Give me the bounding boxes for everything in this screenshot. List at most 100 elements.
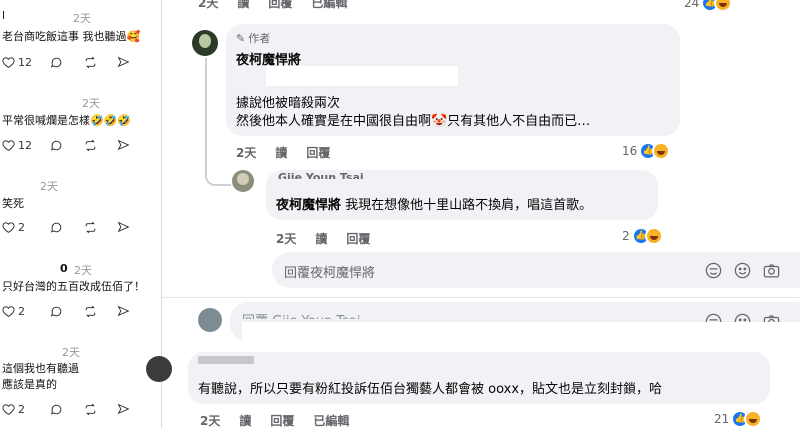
redacted-area [266,66,458,86]
avatar-sticker-icon[interactable] [704,261,723,280]
comment-button[interactable] [50,305,63,318]
heart-icon [2,222,15,233]
mention-link[interactable]: 夜柯魔悍將 [276,198,341,213]
comment-meta: 2天 讀 回覆 [276,230,389,247]
comment-button[interactable] [50,403,63,416]
avatar[interactable] [192,30,218,56]
time-link[interactable]: 2天 [236,144,256,161]
thread-line [205,58,207,178]
reaction-summary[interactable]: 2 👍 [622,227,663,245]
haha-reaction-icon [644,227,663,245]
reaction-summary[interactable]: 16 👍 [622,142,671,160]
comment-button[interactable] [50,221,63,234]
repost-icon [85,56,96,69]
author-badge: ✎ 作者 [236,30,270,46]
post-count: 0 [60,262,68,275]
comment-icon [50,404,62,415]
thread-branch [205,176,231,186]
post-actions: 2 [2,221,152,235]
like-button[interactable]: 12 [2,139,32,152]
repost-icon [85,221,96,234]
comment-button[interactable] [50,139,63,152]
redacted-name [198,356,254,364]
reply-link[interactable]: 回覆 [306,144,330,161]
comment-meta: 2天 讀 回覆 已編輯 [200,412,368,428]
post-actions: 2 [2,403,152,417]
like-count: 2 [18,403,25,416]
time-link[interactable]: 2天 [198,0,218,11]
composer-icons [704,261,781,280]
post-text: 笑死 [2,197,24,210]
reply-link[interactable]: 回覆 [268,0,292,11]
post-fragment: l [2,9,6,22]
post-time: 2天 [62,346,80,359]
avatar[interactable] [198,308,222,332]
comment-icon [50,306,62,317]
read-link[interactable]: 讀 [315,230,327,247]
comments-panel: 2天 讀 回覆 已編輯 24 👍 ✎ 作者 夜柯魔悍將 據說他被暗殺兩次 然後他… [146,0,800,428]
reaction-count: 24 [684,0,700,10]
commenter-name[interactable]: Gjie Youn Tsai [278,171,364,179]
camera-icon[interactable] [762,261,781,280]
like-count: 2 [18,305,25,318]
comment-text: 夜柯魔悍將 我現在想像他十里山路不換肩，唱這首歌。 [276,194,592,213]
read-link[interactable]: 讀 [239,412,251,428]
comment-meta: 2天 讀 回覆 已編輯 [198,0,366,11]
post-text: 只好台灣的五百改成伍佰了！ [2,280,145,293]
avatar[interactable] [146,356,172,382]
reply-input[interactable]: 回覆夜柯魔悍將 [284,262,375,281]
read-link[interactable]: 讀 [275,144,287,161]
share-button[interactable] [117,221,130,234]
comment-text: 然後他本人確實是在中國很自由啊🤡只有其他人不自由而已… [236,114,591,129]
repost-button[interactable] [84,139,97,152]
post-text: 平常很喊爛是怎樣🤣🤣🤣 [2,114,132,127]
comment-bubble: Gjie Youn Tsai 夜柯魔悍將 我現在想像他十里山路不換肩，唱這首歌。 [266,170,658,220]
comment-text: 據說他被暗殺兩次 [236,96,341,111]
comment-icon [50,57,62,68]
like-button[interactable]: 2 [2,221,25,234]
reply-input[interactable]: 回覆 Gjie Youn Tsai [242,310,360,319]
edited-label: 已編輯 [311,0,348,10]
edited-label: 已編輯 [313,414,350,428]
like-button[interactable]: 2 [2,305,25,318]
share-button[interactable] [117,305,130,318]
share-button[interactable] [117,403,130,416]
like-count: 2 [18,221,25,234]
post-text: 老台商吃飯這事 我也聽過🥰 [2,30,141,43]
reaction-summary[interactable]: 21 👍 [714,410,763,428]
divider [162,297,800,298]
read-link[interactable]: 讀 [237,0,249,11]
repost-button[interactable] [84,403,97,416]
comment-button[interactable] [50,56,63,69]
share-button[interactable] [117,139,130,152]
like-count: 12 [18,56,32,69]
heart-icon [2,140,15,151]
reaction-count: 16 [622,144,638,158]
reply-link[interactable]: 回覆 [346,230,370,247]
threads-panel: l 2天 老台商吃飯這事 我也聽過🥰 12 2天 平常很喊爛是怎樣🤣🤣🤣 12 [0,0,162,428]
send-icon [117,305,130,317]
send-icon [117,139,130,151]
post-text: 應該是真的 [2,378,57,391]
reaction-summary[interactable]: 24 👍 [684,0,733,12]
post-time: 2天 [73,12,91,25]
post-time: 2天 [82,97,100,110]
repost-button[interactable] [84,221,97,234]
post-actions: 2 [2,305,152,319]
reply-link[interactable]: 回覆 [270,412,294,428]
time-link[interactable]: 2天 [276,230,296,247]
post-time: 2天 [40,180,58,193]
like-button[interactable]: 12 [2,56,32,69]
reaction-count: 21 [714,412,730,426]
comment-bubble: ✎ 作者 夜柯魔悍將 據說他被暗殺兩次 然後他本人確實是在中國很自由啊🤡只有其他… [226,24,680,136]
post-actions: 12 [2,56,152,70]
repost-button[interactable] [84,305,97,318]
emoji-icon[interactable] [733,261,752,280]
like-button[interactable]: 2 [2,403,25,416]
repost-button[interactable] [84,56,97,69]
overlap-mask [242,322,800,346]
reply-box[interactable]: 回覆夜柯魔悍將 [272,252,800,288]
time-link[interactable]: 2天 [200,412,220,428]
share-button[interactable] [117,56,130,69]
avatar[interactable] [232,170,254,192]
